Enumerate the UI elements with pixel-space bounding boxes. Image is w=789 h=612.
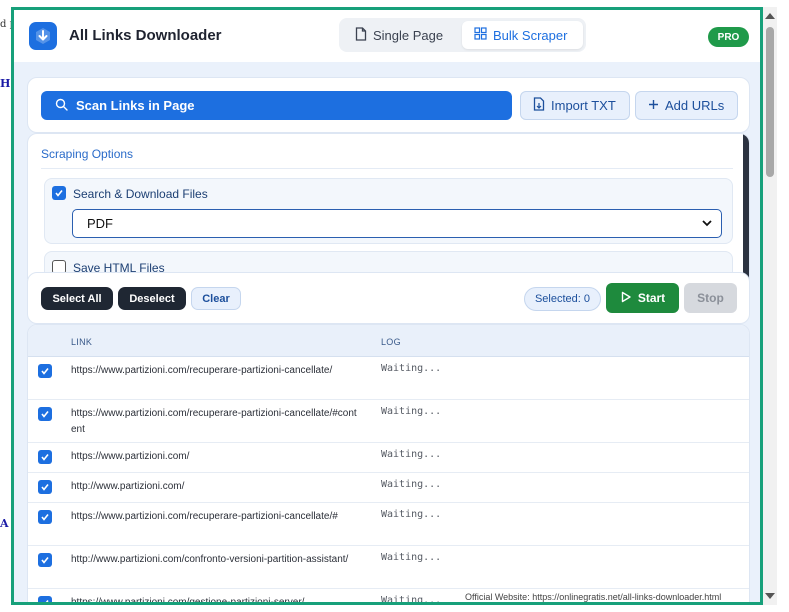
scrollbar-thumb[interactable] bbox=[766, 27, 774, 177]
select-all-button[interactable]: Select All bbox=[41, 287, 113, 310]
row-link[interactable]: https://www.partizioni.com/recuperare-pa… bbox=[71, 363, 361, 379]
pro-badge[interactable]: PRO bbox=[708, 27, 749, 47]
row-log: Waiting... bbox=[381, 479, 442, 490]
search-download-label: Search & Download Files bbox=[73, 187, 208, 201]
tab-label: Bulk Scraper bbox=[493, 27, 568, 43]
table-row: https://www.partizioni.com/Waiting... bbox=[28, 443, 749, 473]
row-link[interactable]: https://www.partizioni.com/recuperare-pa… bbox=[71, 406, 361, 438]
background-heading-fragment: A bbox=[0, 517, 9, 530]
table-row: https://www.partizioni.com/recuperare-pa… bbox=[28, 503, 749, 546]
popup-header: All Links Downloader Single Page Bulk Sc… bbox=[14, 10, 760, 62]
file-import-icon bbox=[533, 97, 545, 114]
actions-card: Scan Links in Page Import TXT Add URLs bbox=[27, 77, 750, 133]
window-scrollbar[interactable] bbox=[763, 7, 777, 605]
tab-single-page[interactable]: Single Page bbox=[343, 21, 458, 49]
row-checkbox[interactable] bbox=[38, 450, 52, 464]
link-column-header: LINK bbox=[71, 337, 93, 347]
extension-popup: All Links Downloader Single Page Bulk Sc… bbox=[11, 7, 763, 605]
search-icon bbox=[55, 98, 68, 114]
row-log: Waiting... bbox=[381, 363, 442, 374]
search-download-checkbox[interactable] bbox=[52, 186, 66, 200]
row-checkbox[interactable] bbox=[38, 480, 52, 494]
row-log: Waiting... bbox=[381, 509, 442, 520]
row-checkbox[interactable] bbox=[38, 596, 52, 602]
row-link[interactable]: https://www.partizioni.com/gestione-part… bbox=[71, 595, 361, 602]
row-checkbox[interactable] bbox=[38, 510, 52, 524]
options-scrollbar[interactable] bbox=[743, 134, 749, 278]
background-heading-fragment: H bbox=[0, 77, 11, 90]
plus-icon bbox=[648, 98, 659, 113]
scroll-down-icon[interactable] bbox=[765, 593, 775, 599]
row-checkbox[interactable] bbox=[38, 364, 52, 378]
start-label: Start bbox=[637, 291, 666, 305]
row-checkbox[interactable] bbox=[38, 553, 52, 567]
selected-count-badge: Selected: 0 bbox=[524, 287, 601, 311]
selection-controls-card: Select All Deselect Clear Selected: 0 St… bbox=[27, 272, 750, 324]
import-txt-button[interactable]: Import TXT bbox=[520, 91, 630, 120]
scroll-up-icon[interactable] bbox=[765, 13, 775, 19]
table-header: LINK LOG bbox=[28, 325, 749, 357]
table-row: http://www.partizioni.com/confronto-vers… bbox=[28, 546, 749, 589]
row-log: Waiting... bbox=[381, 552, 442, 563]
divider bbox=[41, 168, 733, 169]
table-row: http://www.partizioni.com/Waiting... bbox=[28, 473, 749, 503]
add-urls-label: Add URLs bbox=[665, 98, 725, 113]
mode-tabs: Single Page Bulk Scraper bbox=[339, 18, 586, 52]
scraping-options-card: Scraping Options Search & Download Files… bbox=[27, 133, 750, 279]
table-row: https://www.partizioni.com/recuperare-pa… bbox=[28, 357, 749, 400]
chevron-down-icon bbox=[701, 217, 713, 232]
start-button[interactable]: Start bbox=[606, 283, 679, 313]
scraping-options-title: Scraping Options bbox=[41, 147, 134, 161]
add-urls-button[interactable]: Add URLs bbox=[635, 91, 738, 120]
tab-label: Single Page bbox=[373, 27, 444, 43]
row-link[interactable]: http://www.partizioni.com/confronto-vers… bbox=[71, 552, 361, 568]
row-log: Waiting... bbox=[381, 595, 442, 605]
row-checkbox[interactable] bbox=[38, 407, 52, 421]
row-link[interactable]: https://www.partizioni.com/recuperare-pa… bbox=[71, 509, 361, 525]
scan-links-label: Scan Links in Page bbox=[76, 98, 195, 113]
row-log: Waiting... bbox=[381, 449, 442, 460]
scan-links-button[interactable]: Scan Links in Page bbox=[41, 91, 512, 120]
import-txt-label: Import TXT bbox=[551, 98, 616, 113]
row-link[interactable]: https://www.partizioni.com/ bbox=[71, 449, 361, 465]
links-table: LINK LOG https://www.partizioni.com/recu… bbox=[27, 324, 750, 605]
file-type-select[interactable]: PDF bbox=[72, 209, 722, 238]
tab-bulk-scraper[interactable]: Bulk Scraper bbox=[462, 21, 583, 49]
clear-button[interactable]: Clear bbox=[191, 287, 241, 310]
deselect-button[interactable]: Deselect bbox=[118, 287, 186, 310]
row-log: Waiting... bbox=[381, 406, 442, 417]
app-title: All Links Downloader bbox=[69, 27, 222, 44]
app-logo-icon bbox=[29, 22, 57, 50]
official-website-note: Official Website: https://onlinegratis.n… bbox=[462, 592, 725, 602]
row-link[interactable]: http://www.partizioni.com/ bbox=[71, 479, 361, 495]
grid-icon bbox=[474, 27, 487, 43]
play-icon bbox=[620, 291, 632, 306]
log-column-header: LOG bbox=[381, 337, 401, 347]
file-icon bbox=[355, 26, 367, 44]
file-type-value: PDF bbox=[87, 216, 113, 231]
stop-button[interactable]: Stop bbox=[684, 283, 737, 313]
table-row: https://www.partizioni.com/recuperare-pa… bbox=[28, 400, 749, 443]
